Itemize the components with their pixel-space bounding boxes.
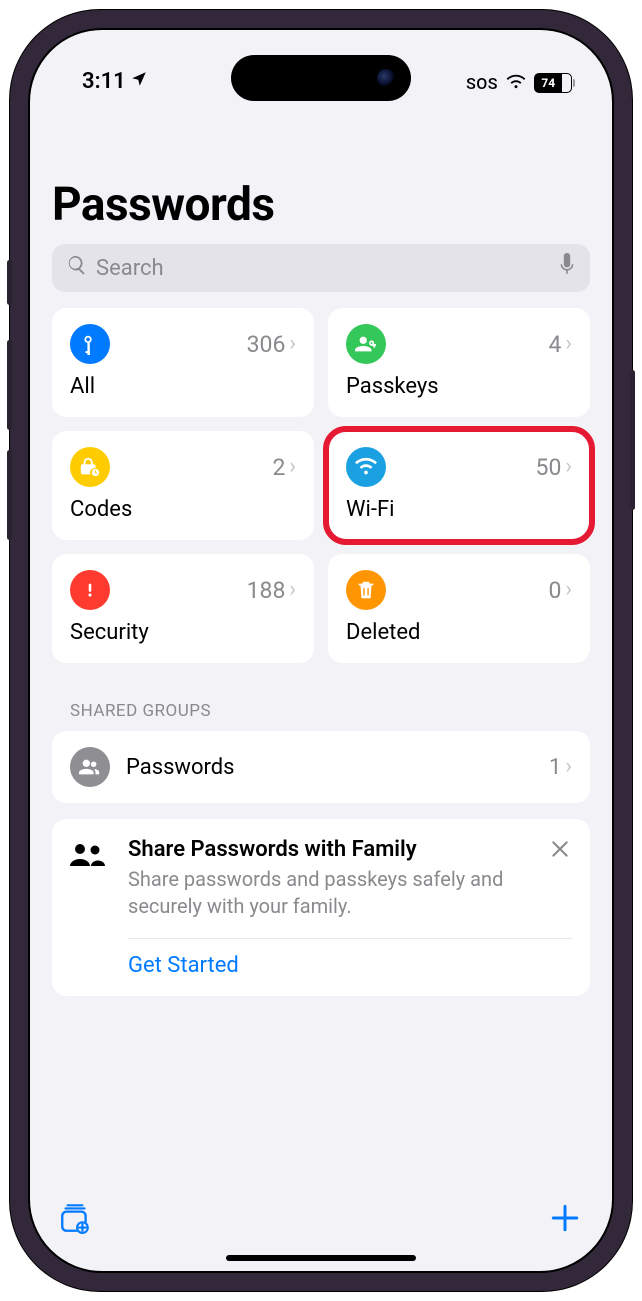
search-input[interactable]: Search [52, 244, 590, 292]
chevron-right-icon: › [565, 333, 572, 355]
chevron-right-icon: › [289, 456, 296, 478]
chevron-right-icon: › [565, 456, 572, 478]
card-count: 188 [247, 577, 286, 604]
card-codes[interactable]: 2 › Codes [52, 431, 314, 540]
sos-indicator: SOS [466, 74, 498, 93]
card-wifi[interactable]: 50 › Wi-Fi [328, 431, 590, 540]
card-security[interactable]: 188 › Security [52, 554, 314, 663]
home-indicator[interactable] [226, 1255, 416, 1261]
card-deleted[interactable]: 0 › Deleted [328, 554, 590, 663]
battery-indicator: 74 [534, 73, 572, 93]
chevron-right-icon: › [565, 579, 572, 601]
chevron-right-icon: › [289, 579, 296, 601]
shared-group-row[interactable]: Passwords 1 › [52, 731, 590, 803]
card-count: 0 [548, 577, 561, 604]
card-label: All [70, 374, 296, 399]
card-label: Passkeys [346, 374, 572, 399]
get-started-button[interactable]: Get Started [128, 939, 572, 978]
lock-clock-icon [70, 447, 110, 487]
card-count: 306 [247, 331, 286, 358]
trash-icon [346, 570, 386, 610]
card-count: 2 [272, 454, 285, 481]
family-icon [70, 837, 110, 871]
wifi-icon [505, 72, 527, 94]
card-label: Security [70, 620, 296, 645]
card-passkeys[interactable]: 4 › Passkeys [328, 308, 590, 417]
page-title: Passwords [52, 178, 590, 232]
status-time: 3:11 [82, 69, 126, 94]
chevron-right-icon: › [289, 333, 296, 355]
share-family-prompt: Share Passwords with Family Share passwo… [52, 819, 590, 996]
card-all[interactable]: 306 › All [52, 308, 314, 417]
share-title: Share Passwords with Family [128, 837, 530, 862]
card-label: Deleted [346, 620, 572, 645]
row-count: 1 [549, 755, 561, 780]
wifi-icon [346, 447, 386, 487]
people-icon [70, 747, 110, 787]
alert-icon [70, 570, 110, 610]
library-add-icon[interactable] [58, 1201, 92, 1239]
search-placeholder: Search [96, 256, 164, 281]
card-count: 4 [548, 331, 561, 358]
microphone-icon[interactable] [558, 253, 576, 283]
card-label: Wi-Fi [346, 497, 572, 522]
dynamic-island [231, 55, 411, 101]
shared-groups-header: SHARED GROUPS [70, 701, 590, 721]
key-icon [70, 324, 110, 364]
card-label: Codes [70, 497, 296, 522]
chevron-right-icon: › [565, 756, 572, 778]
close-icon[interactable] [548, 837, 572, 867]
location-icon [130, 69, 148, 94]
person-key-icon [346, 324, 386, 364]
card-count: 50 [536, 454, 562, 481]
share-description: Share passwords and passkeys safely and … [128, 866, 530, 920]
search-icon [66, 254, 88, 282]
add-button[interactable] [548, 1201, 582, 1239]
row-label: Passwords [126, 755, 235, 780]
